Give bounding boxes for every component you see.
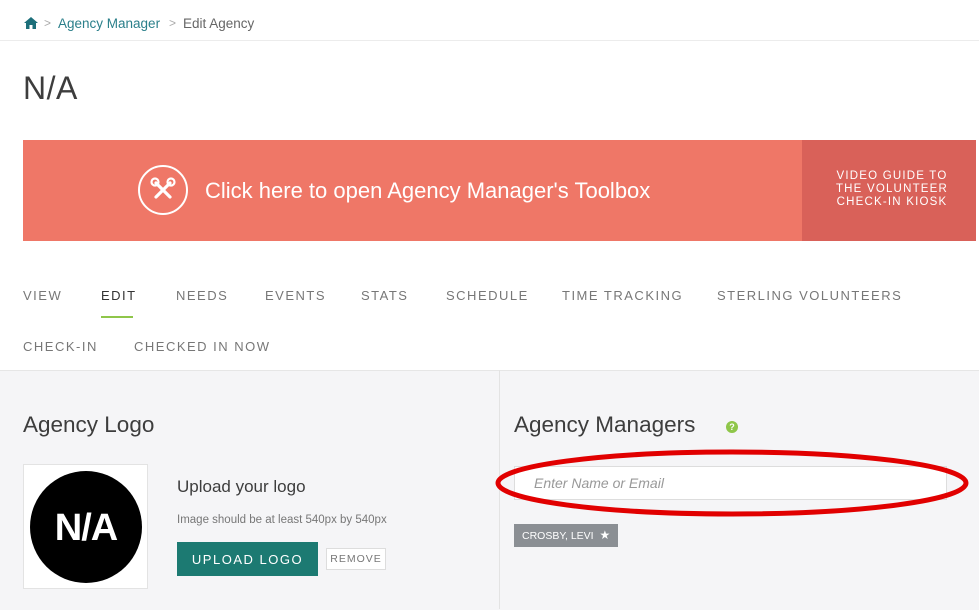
page-title: N/A xyxy=(23,70,78,106)
logo-image-text: N/A xyxy=(54,507,118,549)
breadcrumb: > Agency Manager > Edit Agency xyxy=(0,0,979,41)
breadcrumb-current-page: Edit Agency xyxy=(183,16,255,31)
tab-time-tracking[interactable]: TIME TRACKING xyxy=(562,288,683,303)
tab-events[interactable]: EVENTS xyxy=(265,288,326,303)
breadcrumb-separator: > xyxy=(44,16,52,30)
home-icon[interactable] xyxy=(24,17,38,29)
manager-search-input[interactable] xyxy=(514,466,947,500)
manager-tag-name: CROSBY, LEVI xyxy=(522,530,594,542)
breadcrumb-separator: > xyxy=(169,16,177,30)
upload-logo-hint: Image should be at least 540px by 540px xyxy=(177,514,387,526)
tab-stats[interactable]: STATS xyxy=(361,288,408,303)
tab-checked-in-now[interactable]: CHECKED IN NOW xyxy=(134,339,271,354)
tab-needs[interactable]: NEEDS xyxy=(176,288,228,303)
tab-sterling-volunteers[interactable]: STERLING VOLUNTEERS xyxy=(717,288,902,303)
active-tab-indicator xyxy=(101,316,133,318)
tab-check-in[interactable]: CHECK-IN xyxy=(23,339,98,354)
tab-schedule[interactable]: SCHEDULE xyxy=(446,288,529,303)
breadcrumb-agency-manager-link[interactable]: Agency Manager xyxy=(58,16,160,31)
toolbox-banner-button[interactable]: Click here to open Agency Manager's Tool… xyxy=(23,140,802,241)
tab-view[interactable]: VIEW xyxy=(23,288,62,303)
video-guide-button[interactable]: VIDEO GUIDE TO THE VOLUNTEER CHECK-IN KI… xyxy=(802,140,976,241)
upload-logo-title: Upload your logo xyxy=(177,477,306,496)
tab-edit[interactable]: EDIT xyxy=(101,288,137,303)
toolbox-banner-label: Click here to open Agency Manager's Tool… xyxy=(205,178,651,203)
column-divider xyxy=(499,370,500,609)
star-icon: ★ xyxy=(599,528,611,542)
video-guide-label: VIDEO GUIDE TO THE VOLUNTEER CHECK-IN KI… xyxy=(835,170,949,208)
tools-icon xyxy=(138,165,188,215)
agency-managers-heading: Agency Managers xyxy=(514,412,696,437)
upload-logo-button[interactable]: UPLOAD LOGO xyxy=(177,542,318,576)
manager-tag[interactable]: CROSBY, LEVI ★ xyxy=(514,524,619,547)
agency-logo-heading: Agency Logo xyxy=(23,412,155,437)
help-icon[interactable]: ? xyxy=(726,421,738,433)
agency-logo-preview: N/A xyxy=(23,464,148,589)
logo-image: N/A xyxy=(30,471,142,583)
remove-logo-button[interactable]: REMOVE xyxy=(326,548,386,570)
